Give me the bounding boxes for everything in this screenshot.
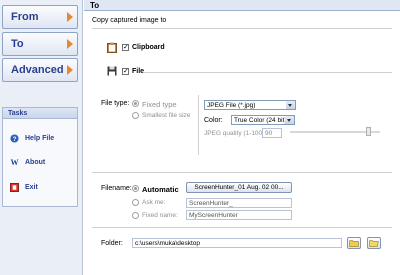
chevron-down-icon <box>286 101 295 109</box>
exit-icon <box>10 183 19 192</box>
nav-from-button[interactable]: From <box>2 5 78 29</box>
nav-from-label: From <box>11 11 39 23</box>
smallest-size-radio[interactable] <box>132 112 139 119</box>
ask-me-label: Ask me: <box>142 199 166 206</box>
divider <box>92 227 392 228</box>
chevron-down-icon <box>285 116 294 124</box>
divider <box>144 72 392 73</box>
fixed-type-radio[interactable] <box>132 100 139 107</box>
file-checkbox[interactable]: ✓ <box>122 68 129 75</box>
nav-advanced-label: Advanced <box>11 64 64 76</box>
clipboard-icon <box>107 42 117 53</box>
svg-text:W: W <box>10 158 18 167</box>
smallest-size-label: Smallest file size <box>142 112 191 119</box>
file-label: File <box>132 68 145 75</box>
clipboard-label: Clipboard <box>132 44 165 51</box>
task-exit-label: Exit <box>25 184 38 191</box>
folder-label: Folder: <box>101 240 123 247</box>
browse-folder-button[interactable] <box>347 237 361 249</box>
fixed-name-input[interactable]: MyScreenHunter <box>186 210 292 220</box>
automatic-radio[interactable] <box>132 185 139 192</box>
color-select-value: True Color (24 bit) <box>234 117 287 124</box>
file-type-label: File type: <box>101 100 130 107</box>
jpeg-quality-label: JPEG quality (1-100): <box>204 130 267 137</box>
clipboard-checkbox[interactable]: ✓ <box>122 44 129 51</box>
folder-open-icon <box>349 240 359 247</box>
svg-text:?: ? <box>13 136 17 143</box>
automatic-label: Automatic <box>142 185 179 194</box>
about-icon: W <box>10 158 18 167</box>
color-label: Color: <box>204 117 223 124</box>
format-select[interactable]: JPEG File (*.jpg) <box>204 100 296 110</box>
task-help-label: Help File <box>25 135 55 142</box>
nav-to-label: To <box>11 38 24 50</box>
fixed-name-radio[interactable] <box>132 212 139 219</box>
divider <box>92 28 392 29</box>
nav-advanced-button[interactable]: Advanced <box>2 58 78 82</box>
divider <box>198 95 199 155</box>
tasks-title: Tasks <box>3 108 77 119</box>
tasks-panel: Tasks ? Help File W About Exit <box>2 107 78 207</box>
task-about-label: About <box>25 159 46 166</box>
arrow-right-icon <box>67 12 73 22</box>
color-select[interactable]: True Color (24 bit) <box>231 115 295 125</box>
task-exit[interactable]: Exit <box>10 183 38 192</box>
task-help-file[interactable]: ? Help File <box>10 134 54 143</box>
filename-label: Filename: <box>101 185 132 192</box>
folder-input[interactable]: c:\users\muka\desktop <box>132 238 342 248</box>
format-select-value: JPEG File (*.jpg) <box>207 102 256 109</box>
open-folder-button[interactable] <box>367 237 381 249</box>
ask-me-input[interactable]: ScreenHunter_ <box>186 198 292 208</box>
fixed-name-label: Fixed name: <box>142 212 178 219</box>
ask-me-radio[interactable] <box>132 199 139 206</box>
arrow-right-icon <box>67 65 73 75</box>
slider-thumb[interactable] <box>366 127 371 136</box>
sidebar: From To Advanced Tasks ? Help File W Abo… <box>0 0 83 275</box>
fixed-type-label: Fixed type <box>142 100 177 109</box>
task-about[interactable]: W About <box>10 158 45 167</box>
nav-to-button[interactable]: To <box>2 32 78 56</box>
arrow-right-icon <box>67 39 73 49</box>
divider <box>92 172 392 173</box>
help-icon: ? <box>10 134 19 143</box>
jpeg-quality-input[interactable]: 90 <box>262 128 282 138</box>
panel-title: To <box>84 0 400 11</box>
folder-icon <box>369 240 379 247</box>
floppy-disk-icon <box>107 66 117 76</box>
copy-to-label: Copy captured image to <box>92 17 167 24</box>
automatic-name-button[interactable]: ScreenHunter_01 Aug. 02 00... <box>186 182 292 193</box>
